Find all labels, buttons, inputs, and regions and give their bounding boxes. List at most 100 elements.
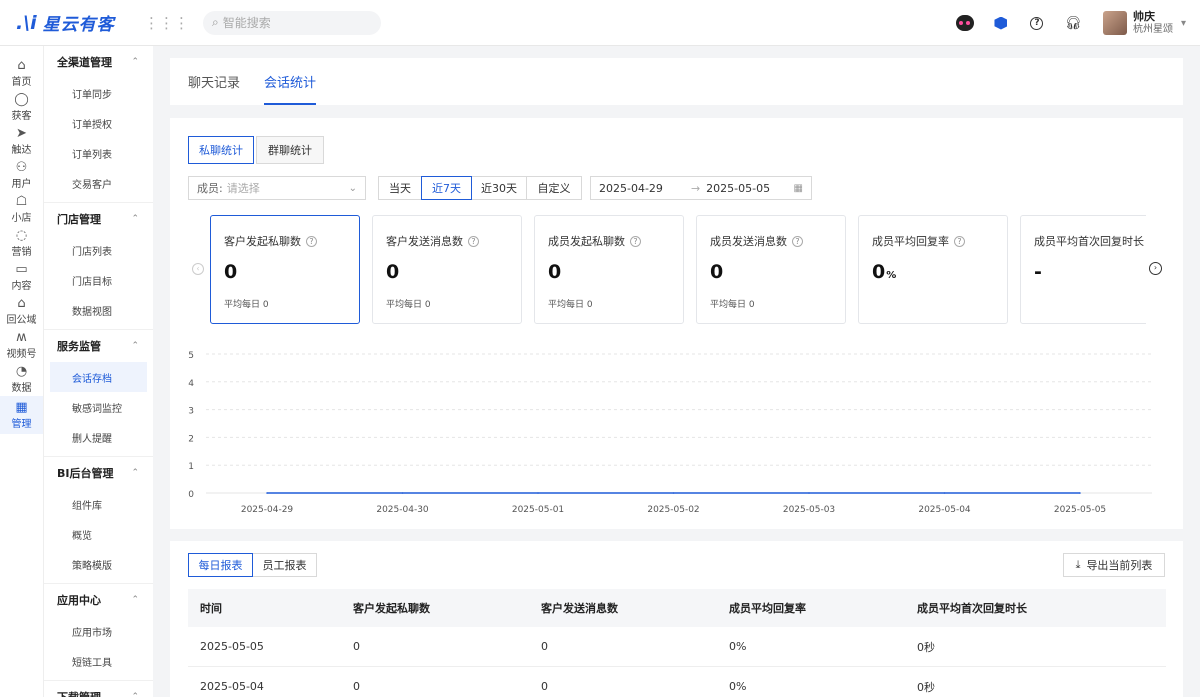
col-time[interactable]: 时间 bbox=[188, 600, 353, 616]
menu-item[interactable]: 策略模版 bbox=[50, 549, 147, 579]
rail-item-label: 小店 bbox=[11, 213, 32, 224]
export-button[interactable]: ⤓ 导出当前列表 bbox=[1063, 553, 1165, 577]
report-tab-daily[interactable]: 每日报表 bbox=[188, 553, 253, 577]
period-30days[interactable]: 近30天 bbox=[471, 176, 527, 200]
menu-item[interactable]: 删人提醒 bbox=[50, 422, 147, 452]
menu-item[interactable]: 应用市场 bbox=[50, 616, 147, 646]
subtab-group-chat[interactable]: 群聊统计 bbox=[256, 136, 324, 164]
report-tab-staff[interactable]: 员工报表 bbox=[252, 553, 317, 577]
col-customer-messages[interactable]: 客户发送消息数 bbox=[541, 600, 729, 616]
user-menu[interactable]: 帅庆 杭州星颂 ▾ bbox=[1102, 10, 1186, 36]
apps-grid-icon[interactable]: ⋮⋮⋮ bbox=[144, 14, 189, 32]
menu-group-title[interactable]: 门店管理 ⌃ bbox=[44, 203, 153, 235]
rail-item-1[interactable]: ◯ 获客 bbox=[0, 90, 43, 124]
help-icon[interactable]: ? bbox=[1019, 16, 1055, 30]
metric-card[interactable]: 客户发送消息数? 0 平均每日 0 bbox=[372, 215, 522, 324]
metric-card[interactable]: 成员发起私聊数? 0 平均每日 0 bbox=[534, 215, 684, 324]
help-icon[interactable]: ? bbox=[954, 235, 965, 247]
menu-group-title[interactable]: 服务监管 ⌃ bbox=[44, 330, 153, 362]
date-start: 2025-04-29 bbox=[599, 181, 663, 195]
menu-item[interactable]: 订单授权 bbox=[50, 108, 147, 138]
menu-group-title[interactable]: 全渠道管理 ⌃ bbox=[44, 46, 153, 78]
table-cell: 0秒 bbox=[917, 680, 935, 694]
col-customer-chats[interactable]: 客户发起私聊数 bbox=[353, 600, 541, 616]
rail-item-9[interactable]: ◔ 数据 bbox=[0, 362, 43, 396]
rail-item-label: 用户 bbox=[11, 179, 32, 190]
data-point[interactable] bbox=[808, 492, 810, 494]
period-today[interactable]: 当天 bbox=[378, 176, 422, 200]
rail-item-5[interactable]: ◌ 营销 bbox=[0, 226, 43, 260]
help-icon[interactable]: ? bbox=[468, 235, 479, 247]
rail-item-label: 触达 bbox=[11, 145, 32, 156]
menu-item[interactable]: 短链工具 bbox=[50, 646, 147, 676]
rail-item-2[interactable]: ➤ 触达 bbox=[0, 124, 43, 158]
metric-card[interactable]: 成员发送消息数? 0 平均每日 0 bbox=[696, 215, 846, 324]
scroll-right-icon[interactable]: › bbox=[1149, 262, 1162, 275]
period-custom[interactable]: 自定义 bbox=[526, 176, 582, 200]
menu-group-label: 应用中心 bbox=[57, 594, 101, 607]
data-point[interactable] bbox=[943, 492, 946, 494]
menu-item[interactable]: 门店目标 bbox=[50, 265, 147, 295]
col-reply-rate[interactable]: 成员平均回复率 bbox=[729, 600, 917, 616]
menu-group: BI后台管理 ⌃ 组件库 概览 策略模版 bbox=[44, 457, 153, 584]
menu-group-title[interactable]: 下载管理 ⌃ bbox=[44, 681, 153, 697]
period-7days[interactable]: 近7天 bbox=[421, 176, 472, 200]
tab-session-stats[interactable]: 会话统计 bbox=[264, 72, 317, 105]
help-icon[interactable]: ? bbox=[630, 235, 641, 247]
arrow-right-icon: → bbox=[690, 181, 701, 195]
tab-chat-records[interactable]: 聊天记录 bbox=[188, 72, 240, 105]
send-icon: ➤ bbox=[16, 126, 27, 141]
menu-item[interactable]: 敏感词监控 bbox=[50, 392, 147, 422]
rail-item-3[interactable]: ⚇ 用户 bbox=[0, 158, 43, 192]
menu-item[interactable]: 订单同步 bbox=[50, 78, 147, 108]
search-input[interactable] bbox=[222, 15, 363, 30]
search-box[interactable]: ⌕ bbox=[203, 10, 381, 35]
rail-item-4[interactable]: ☖ 小店 bbox=[0, 192, 43, 226]
rail-item-0[interactable]: ⌂ 首页 bbox=[0, 56, 43, 90]
data-point[interactable] bbox=[266, 492, 268, 494]
metric-card[interactable]: 成员平均回复率? 0% bbox=[858, 215, 1008, 324]
logo[interactable]: .\i 星云有客 bbox=[16, 10, 132, 36]
menu-item[interactable]: 组件库 bbox=[50, 489, 147, 519]
menu-item[interactable]: 交易客户 bbox=[50, 168, 147, 198]
help-icon[interactable]: ? bbox=[792, 235, 803, 247]
menu-item[interactable]: 会话存档 bbox=[50, 362, 147, 392]
menu-item[interactable]: 订单列表 bbox=[50, 138, 147, 168]
metric-value: - bbox=[1034, 261, 1042, 283]
col-first-reply-time[interactable]: 成员平均首次回复时长 bbox=[917, 600, 1117, 616]
scroll-left-icon[interactable]: ‹ bbox=[192, 263, 204, 275]
rail-item-8[interactable]: ʍ 视频号 bbox=[0, 328, 43, 362]
rail-item-6[interactable]: ▭ 内容 bbox=[0, 260, 43, 294]
rail-item-10[interactable]: ▦ 管理 bbox=[0, 396, 43, 434]
table-header: 时间 客户发起私聊数 客户发送消息数 成员平均回复率 成员平均首次回复时长 bbox=[188, 589, 1166, 627]
chevron-down-icon: ▾ bbox=[1180, 17, 1186, 29]
menu-item[interactable]: 数据视图 bbox=[50, 295, 147, 325]
rail-item-7[interactable]: ⌂ 回公域 bbox=[0, 294, 43, 328]
metric-card[interactable]: 客户发起私聊数? 0 平均每日 0 bbox=[210, 215, 360, 324]
subtab-private-chat[interactable]: 私聊统计 bbox=[188, 136, 254, 164]
data-point[interactable] bbox=[537, 492, 539, 494]
date-range-picker[interactable]: 2025-04-29 → 2025-05-05 ▦ bbox=[590, 176, 812, 200]
menu-item[interactable]: 概览 bbox=[50, 519, 147, 549]
chevron-up-icon: ⌃ bbox=[131, 214, 139, 224]
metric-value: 0 bbox=[872, 261, 886, 283]
data-point[interactable] bbox=[672, 492, 675, 494]
cube-icon[interactable] bbox=[983, 16, 1019, 30]
data-point[interactable] bbox=[1079, 492, 1081, 494]
ai-assistant-icon[interactable] bbox=[947, 15, 983, 31]
member-select[interactable]: 成员: 请选择 ⌄ bbox=[188, 176, 366, 200]
shop-icon: ☖ bbox=[15, 194, 28, 209]
metric-card[interactable]: 成员平均首次回复时长? - bbox=[1020, 215, 1146, 324]
data-point[interactable] bbox=[401, 492, 404, 494]
search-icon: ⌕ bbox=[212, 15, 219, 29]
help-icon[interactable]: ? bbox=[306, 235, 317, 247]
y-tick-label: 0 bbox=[188, 490, 194, 500]
menu-group-title[interactable]: BI后台管理 ⌃ bbox=[44, 457, 153, 489]
metric-title-row: 成员发起私聊数? bbox=[548, 233, 683, 249]
metric-value: 0 bbox=[710, 261, 724, 283]
headset-icon[interactable]: 🎧︎ bbox=[1055, 16, 1091, 31]
menu-group-title[interactable]: 应用中心 ⌃ bbox=[44, 584, 153, 616]
table-cell: 0 bbox=[541, 640, 548, 653]
report-card: 每日报表 员工报表 ⤓ 导出当前列表 时间 客户发起私聊数 客户发送消息数 成员… bbox=[170, 541, 1183, 697]
menu-item[interactable]: 门店列表 bbox=[50, 235, 147, 265]
